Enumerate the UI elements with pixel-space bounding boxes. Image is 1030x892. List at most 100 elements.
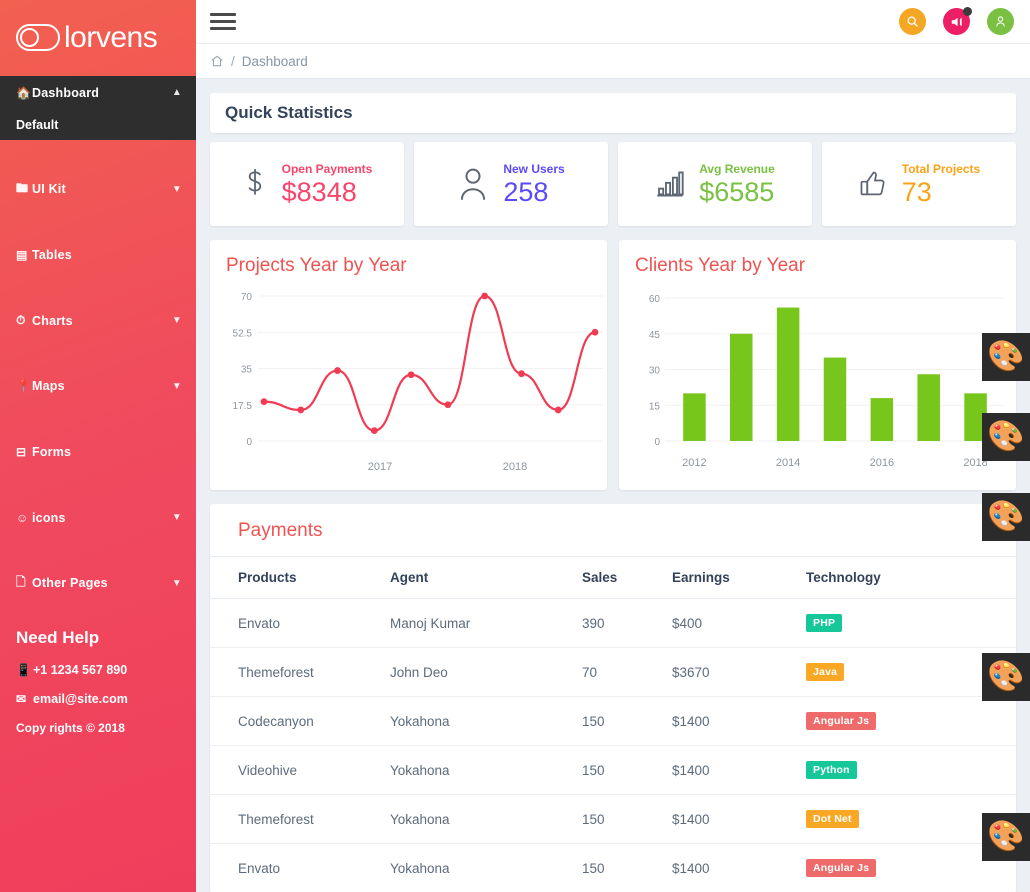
home-icon: 🏠 [16,86,32,100]
sidebar-item-tables[interactable]: ▤ Tables [0,238,196,271]
profile-button[interactable] [987,8,1014,35]
sidebar-item-dashboard[interactable]: 🏠 Dashboard ▲ [0,76,196,109]
svg-text:60: 60 [649,294,661,305]
cell-product: Codecanyon [210,697,390,746]
bar-chart-canvas: 6045301502012201420162018 [619,284,1016,490]
cell-product: Themeforest [210,795,390,844]
stat-value: $8348 [282,178,373,206]
stat-label: Total Projects [902,162,980,176]
theme-palette-widget[interactable]: 🎨 [982,413,1030,461]
cell-technology: Python [806,746,1016,795]
home-icon[interactable] [210,54,224,68]
cell-sales: 150 [582,844,672,892]
help-phone-text: +1 1234 567 890 [33,663,127,677]
theme-palette-widget[interactable]: 🎨 [982,653,1030,701]
envelope-icon: ✉ [16,692,33,706]
help-email-text: email@site.com [33,692,128,706]
theme-palette-widget[interactable]: 🎨 [982,493,1030,541]
chevron-down-icon[interactable]: ▼ [172,184,182,195]
svg-text:15: 15 [649,401,661,412]
breadcrumb: / Dashboard [196,44,1030,79]
column-header-products[interactable]: Products [210,557,390,599]
cell-product: Videohive [210,746,390,795]
chevron-down-icon[interactable]: ▼ [172,512,182,523]
svg-text:2016: 2016 [870,457,894,469]
dollar-icon [242,167,268,201]
cell-product: Themeforest [210,648,390,697]
column-header-technology[interactable]: Technology [806,557,1016,599]
announcements-button[interactable] [943,8,970,35]
theme-palette-widget[interactable]: 🎨 [982,333,1030,381]
cell-earnings: $1400 [672,795,806,844]
help-title: Need Help [16,628,196,648]
sidebar-item-charts[interactable]: ⏱ Charts ▼ [0,304,196,337]
hamburger-icon[interactable] [210,9,236,34]
help-email[interactable]: ✉ email@site.com [16,692,196,706]
stat-label: New Users [503,162,564,176]
table-row[interactable]: EnvatoManoj Kumar390$400PHP [210,599,1016,648]
stat-card-open-payments[interactable]: Open Payments $8348 [210,142,404,226]
table-row[interactable]: EnvatoYokahona150$1400Angular Js [210,844,1016,892]
column-header-earnings[interactable]: Earnings [672,557,806,599]
table-row[interactable]: VideohiveYokahona150$1400Python [210,746,1016,795]
search-button[interactable] [899,8,926,35]
quick-statistics-panel: Quick Statistics [210,93,1016,133]
stat-card-avg-revenue[interactable]: Avg Revenue $6585 [618,142,812,226]
artist-palette-icon: 🎨 [987,342,1024,372]
svg-text:45: 45 [649,330,661,341]
stat-card-total-projects[interactable]: Total Projects 73 [822,142,1016,226]
charts-row: Projects Year by Year 7052.53517.5020172… [210,240,1016,490]
column-header-agent[interactable]: Agent [390,557,582,599]
svg-text:2018: 2018 [503,461,527,473]
artist-palette-icon: 🎨 [987,422,1024,452]
sidebar-item-ui-kit[interactable]: 🖿 UI Kit ▼ [0,173,196,206]
mobile-icon: 📱 [16,663,33,677]
table-row[interactable]: CodecanyonYokahona150$1400Angular Js [210,697,1016,746]
sidebar-item-forms[interactable]: ⊟ Forms [0,435,196,468]
lorvens-mark-icon [16,23,62,53]
sidebar-item-label: Forms [32,445,182,459]
cell-sales: 150 [582,746,672,795]
svg-text:2014: 2014 [776,457,800,469]
cell-agent: John Deo [390,648,582,697]
user-icon [457,167,489,201]
svg-text:0: 0 [654,437,660,448]
svg-text:52.5: 52.5 [233,328,253,339]
main-area: / Dashboard Quick Statistics Open [196,0,1030,892]
help-phone[interactable]: 📱 +1 1234 567 890 [16,663,196,677]
smiley-icon: ☺ [16,511,32,525]
sidebar-item-label: Charts [32,314,172,328]
brand-logo[interactable]: lorvens [0,0,196,76]
cell-earnings: $3670 [672,648,806,697]
table-row[interactable]: ThemeforestJohn Deo70$3670Java [210,648,1016,697]
sidebar-item-label: Maps [32,379,172,393]
technology-badge: Java [806,663,844,681]
stat-label: Open Payments [282,162,373,176]
chevron-down-icon[interactable]: ▼ [172,381,182,392]
technology-badge: Dot Net [806,810,859,828]
chevron-down-icon[interactable]: ▼ [172,578,182,589]
chevron-up-icon[interactable]: ▲ [172,87,182,98]
column-header-sales[interactable]: Sales [582,557,672,599]
stat-card-new-users[interactable]: New Users 258 [414,142,608,226]
sidebar-item-label: Tables [32,248,182,262]
cell-sales: 150 [582,795,672,844]
sidebar-item-icons[interactable]: ☺ icons ▼ [0,501,196,534]
chart-title: Clients Year by Year [619,240,1016,277]
technology-badge: Python [806,761,857,779]
chevron-down-icon[interactable]: ▼ [172,315,182,326]
sidebar-subitem-label: Default [16,118,58,132]
svg-text:2012: 2012 [682,457,706,469]
theme-palette-widget[interactable]: 🎨 [982,813,1030,861]
folder-icon: 🖿 [16,179,32,200]
cell-earnings: $400 [672,599,806,648]
cell-agent: Yokahona [390,795,582,844]
sidebar-item-other-pages[interactable]: 🗋 Other Pages ▼ [0,567,196,600]
sidebar-item-maps[interactable]: 📍 Maps ▼ [0,370,196,403]
table-row[interactable]: ThemeforestYokahona150$1400Dot Net [210,795,1016,844]
file-icon: 🗋 [16,573,32,594]
cell-sales: 70 [582,648,672,697]
sidebar-subitem-default[interactable]: Default [0,109,196,140]
svg-text:0: 0 [246,437,252,448]
svg-text:35: 35 [241,365,253,376]
